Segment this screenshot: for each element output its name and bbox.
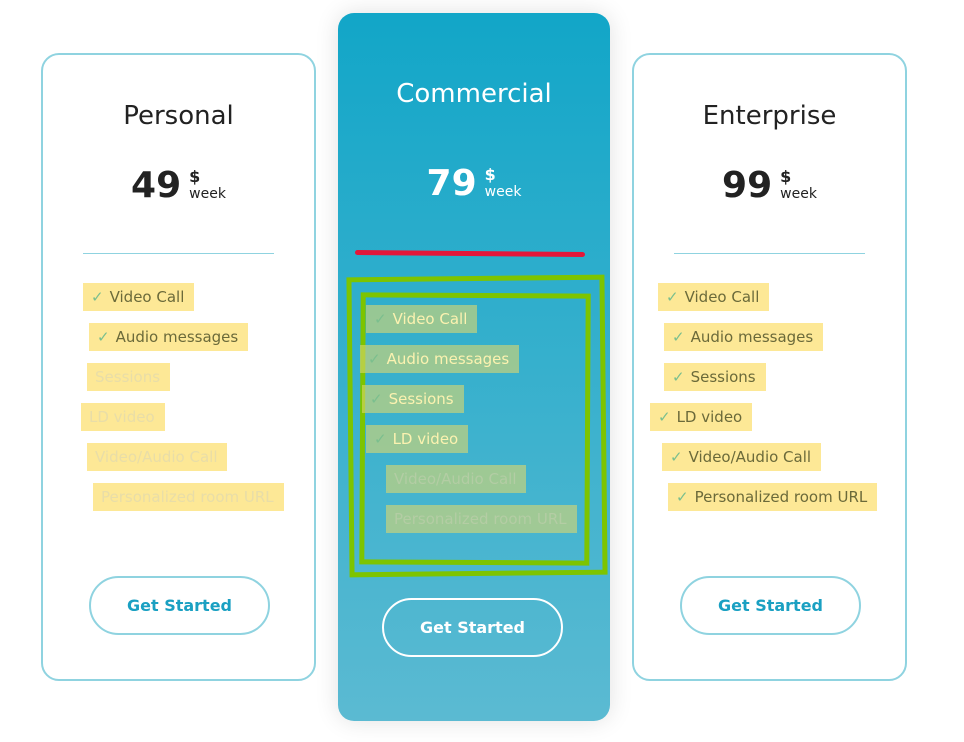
feature-item: ✓ LD video — [366, 425, 469, 453]
period: week — [484, 184, 522, 200]
plan-card-commercial: Commercial 79 $ week ✓ Video Call ✓ Audio mess… — [338, 13, 610, 721]
feature-label: Audio messages — [690, 328, 814, 346]
feature-label: Video/Audio Call — [688, 448, 812, 466]
feature-item: ✓ Video Call — [366, 305, 478, 333]
feature-label: Video/Audio Call — [394, 470, 517, 488]
plan-card-personal: Personal 49 $ week ✓ Video Call ✓ Audio messag… — [41, 53, 316, 681]
feature-label: Sessions — [690, 368, 756, 386]
feature-label: Video/Audio Call — [95, 448, 218, 466]
feature-label: Video Call — [392, 310, 468, 328]
plan-price: 49 $ week — [43, 165, 314, 206]
check-icon: ✓ — [91, 288, 104, 306]
feature-label: LD video — [676, 408, 743, 426]
feature-label: LD video — [89, 408, 155, 426]
feature-label: Sessions — [95, 368, 161, 386]
period: week — [189, 186, 226, 202]
feature-item: ✓ Audio messages — [664, 323, 824, 351]
currency: $ — [189, 167, 201, 186]
feature-item: ✓ Personalized room URL — [668, 483, 878, 511]
plan-title: Commercial — [396, 79, 552, 109]
check-icon: ✓ — [666, 288, 679, 306]
check-icon: ✓ — [97, 328, 110, 346]
feature-item: ✓ Video Call — [83, 283, 195, 311]
check-icon: ✓ — [368, 350, 381, 368]
feature-item: Personalized room URL — [386, 505, 577, 533]
check-icon: ✓ — [672, 328, 685, 346]
feature-item: ✓ Audio messages — [360, 345, 520, 373]
feature-item: Video/Audio Call — [87, 443, 228, 471]
price-unit: $ week — [780, 165, 817, 202]
check-icon: ✓ — [658, 408, 671, 426]
plan-title: Enterprise — [702, 101, 837, 131]
feature-item: Personalized room URL — [93, 483, 284, 511]
check-icon: ✓ — [676, 488, 689, 506]
feature-label: Personalized room URL — [101, 488, 274, 506]
period: week — [780, 186, 817, 202]
feature-label: Personalized room URL — [694, 488, 868, 506]
annotation-red-line — [354, 249, 586, 258]
feature-item: ✓ Video/Audio Call — [662, 443, 822, 471]
feature-label: Audio messages — [115, 328, 239, 346]
feature-label: Personalized room URL — [394, 510, 567, 528]
currency: $ — [780, 167, 792, 186]
plan-price: 79 $ week — [338, 163, 610, 204]
price-amount: 79 — [426, 163, 477, 204]
feature-label: Sessions — [388, 390, 454, 408]
feature-label: Video Call — [109, 288, 185, 306]
check-icon: ✓ — [672, 368, 685, 386]
plan-title: Personal — [123, 101, 234, 131]
price-amount: 99 — [722, 165, 773, 206]
feature-label: LD video — [392, 430, 459, 448]
feature-item: Video/Audio Call — [386, 465, 527, 493]
plan-price: 99 $ week — [634, 165, 905, 206]
check-icon: ✓ — [374, 310, 387, 328]
feature-item: ✓ Sessions — [362, 385, 464, 413]
price-amount: 49 — [131, 165, 182, 206]
plan-card-enterprise: Enterprise 99 $ week ✓ Video Call ✓ Audio mess… — [632, 53, 907, 681]
feature-item: ✓ Sessions — [664, 363, 766, 391]
check-icon: ✓ — [670, 448, 683, 466]
price-unit: $ week — [485, 163, 522, 200]
price-unit: $ week — [189, 165, 226, 202]
divider — [674, 253, 865, 254]
currency: $ — [484, 165, 496, 184]
check-icon: ✓ — [370, 390, 383, 408]
get-started-button-commercial[interactable]: Get Started — [382, 598, 563, 657]
feature-item: ✓ LD video — [650, 403, 753, 431]
get-started-button-enterprise[interactable]: Get Started — [680, 576, 861, 635]
get-started-button-personal[interactable]: Get Started — [89, 576, 270, 635]
feature-item: LD video — [81, 403, 165, 431]
feature-label: Audio messages — [386, 350, 510, 368]
feature-label: Video Call — [684, 288, 760, 306]
feature-item: Sessions — [87, 363, 171, 391]
feature-item: ✓ Video Call — [658, 283, 770, 311]
divider — [83, 253, 274, 254]
feature-item: ✓ Audio messages — [89, 323, 249, 351]
check-icon: ✓ — [374, 430, 387, 448]
